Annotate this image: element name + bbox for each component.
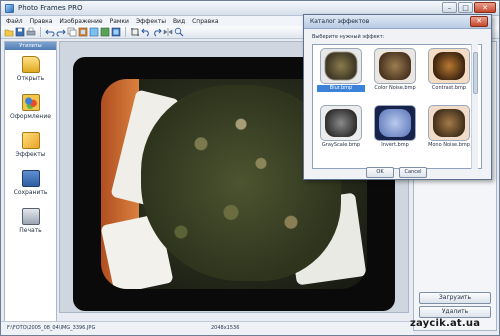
print-icon[interactable] xyxy=(26,27,36,37)
cancel-button[interactable]: Cancel xyxy=(399,167,427,178)
effect-thumbnail xyxy=(428,48,470,84)
app-icon xyxy=(5,4,14,13)
minimize-icon: – xyxy=(447,4,452,12)
printer-icon xyxy=(21,208,40,225)
close-icon: ✕ xyxy=(482,4,488,12)
load-button[interactable]: Загрузить xyxy=(419,292,491,304)
maximize-icon: □ xyxy=(462,4,469,12)
copy-icon[interactable] xyxy=(67,27,77,37)
close-button[interactable]: ✕ xyxy=(474,2,496,13)
watermark-text: zaycik.at.ua xyxy=(410,318,481,329)
effect-tile-color-noise[interactable]: Color Noise.bmp xyxy=(371,48,419,96)
effect-label: Invert.bmp xyxy=(381,142,409,148)
menu-file[interactable]: Файл xyxy=(6,18,23,25)
effect-label: Mono Noise.bmp xyxy=(428,142,470,148)
left-tool-panel: Утилиты Открыть Оформление Эффекты Сохра… xyxy=(4,41,57,331)
scrollbar-thumb[interactable] xyxy=(473,52,478,94)
dialog-close-button[interactable]: ✕ xyxy=(470,16,488,27)
effects-grid: Blur.bmp Color Noise.bmp Contrast.bmp Gr… xyxy=(312,44,482,169)
effect-thumbnail xyxy=(428,105,470,141)
maximize-button[interactable]: □ xyxy=(458,2,473,13)
decor-tool-label: Оформление xyxy=(10,113,51,120)
menu-view[interactable]: Вид xyxy=(173,18,185,25)
floppy-icon xyxy=(21,170,40,187)
effects-scrollbar[interactable] xyxy=(471,44,478,169)
dialog-prompt: Выберите нужный эффект: xyxy=(312,34,385,40)
flip-icon[interactable] xyxy=(163,27,173,37)
decor-tool[interactable]: Оформление xyxy=(5,94,56,120)
rotate-right-icon[interactable] xyxy=(152,27,162,37)
effects-tool-label: Эффекты xyxy=(15,151,46,158)
open-tool-label: Открыть xyxy=(16,75,45,82)
print-tool[interactable]: Печать xyxy=(5,208,56,234)
gallery-icon[interactable] xyxy=(111,27,121,37)
delete-button[interactable]: Удалить xyxy=(419,306,491,318)
image-dimensions: 2048x1536 xyxy=(211,325,240,331)
window-controls: – □ ✕ xyxy=(442,2,496,13)
status-bar: F:\FOTO\2005_08_04\IMG_3396.JPG 2048x153… xyxy=(1,321,413,335)
frame-decor-icon xyxy=(21,94,40,111)
dialog-title: Каталог эффектов xyxy=(310,18,370,25)
print-tool-label: Печать xyxy=(19,227,42,234)
effect-icon[interactable] xyxy=(89,27,99,37)
effect-thumbnail xyxy=(374,105,416,141)
rotate-left-icon[interactable] xyxy=(141,27,151,37)
undo-icon[interactable] xyxy=(45,27,55,37)
effects-catalog-dialog: Каталог эффектов ✕ Выберите нужный эффек… xyxy=(303,14,492,180)
menu-effects[interactable]: Эффекты xyxy=(136,18,166,25)
window-title: Photo Frames PRO xyxy=(18,4,83,12)
effect-tile-grayscale[interactable]: GrayScale.bmp xyxy=(317,105,365,153)
effects-icon xyxy=(21,132,40,149)
effect-label: Color Noise.bmp xyxy=(374,85,416,91)
menu-image[interactable]: Изображение xyxy=(59,18,102,25)
save-icon[interactable] xyxy=(15,27,25,37)
menu-frames[interactable]: Рамки xyxy=(110,18,129,25)
open-tool[interactable]: Открыть xyxy=(5,56,56,82)
frame-icon[interactable] xyxy=(78,27,88,37)
left-panel-header: Утилиты xyxy=(5,42,56,50)
effect-label: Contrast.bmp xyxy=(431,85,467,91)
redo-icon[interactable] xyxy=(56,27,66,37)
minimize-button[interactable]: – xyxy=(442,2,457,13)
dialog-title-bar: Каталог эффектов ✕ xyxy=(304,15,491,29)
save-tool-label: Сохранить xyxy=(13,189,48,196)
effects-tool[interactable]: Эффекты xyxy=(5,132,56,158)
open-icon[interactable] xyxy=(4,27,14,37)
effect-thumbnail xyxy=(320,48,362,84)
effect-label: GrayScale.bmp xyxy=(321,142,361,148)
save-tool[interactable]: Сохранить xyxy=(5,170,56,196)
effect-tile-invert[interactable]: Invert.bmp xyxy=(371,105,419,153)
effect-tile-blur[interactable]: Blur.bmp xyxy=(317,48,365,96)
folder-icon xyxy=(21,56,40,73)
effect-label: Blur.bmp xyxy=(317,85,365,92)
crop-icon[interactable] xyxy=(130,27,140,37)
close-icon: ✕ xyxy=(476,17,482,25)
menu-help[interactable]: Справка xyxy=(192,18,218,25)
toolbar-separator xyxy=(125,27,126,37)
zoom-icon[interactable] xyxy=(174,27,184,37)
effect-thumbnail xyxy=(374,48,416,84)
menu-edit[interactable]: Правка xyxy=(30,18,53,25)
toolbar-separator xyxy=(40,27,41,37)
ok-button[interactable]: OK xyxy=(366,167,394,178)
image-icon[interactable] xyxy=(100,27,110,37)
effect-thumbnail xyxy=(320,105,362,141)
file-path: F:\FOTO\2005_08_04\IMG_3396.JPG xyxy=(7,325,96,331)
effect-tile-contrast[interactable]: Contrast.bmp xyxy=(425,48,473,96)
effect-tile-mono-noise[interactable]: Mono Noise.bmp xyxy=(425,105,473,153)
